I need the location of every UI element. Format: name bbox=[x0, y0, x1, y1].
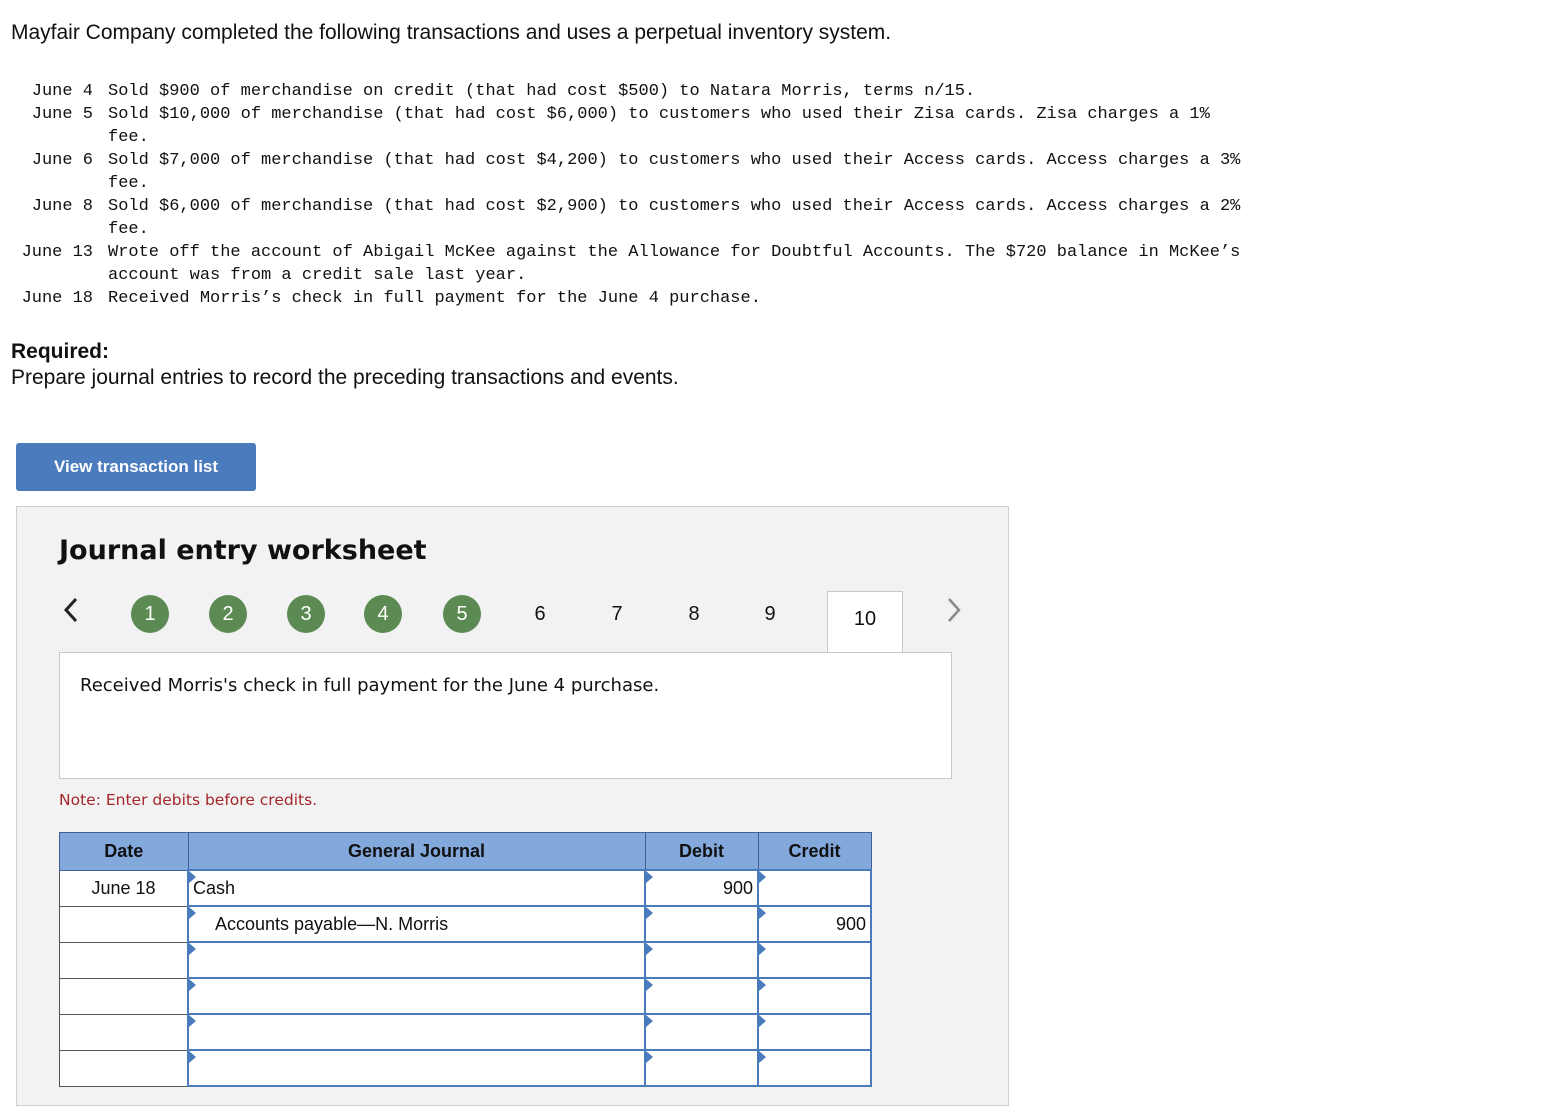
transaction-date: June 5 bbox=[31, 105, 93, 124]
date-cell[interactable] bbox=[59, 977, 189, 1015]
transaction-text: Sold $10,000 of merchandise (that had co… bbox=[108, 105, 1210, 124]
journal-row: June 18 Cash 900 bbox=[59, 869, 872, 907]
step-tab-3[interactable]: 3 bbox=[287, 595, 325, 633]
transaction-row: June 18 Received Morris’s check in full p… bbox=[11, 287, 1408, 310]
step-tab-5[interactable]: 5 bbox=[443, 595, 481, 633]
transaction-text: fee. bbox=[108, 220, 149, 239]
transaction-text: Sold $7,000 of merchandise (that had cos… bbox=[108, 151, 1241, 170]
date-cell[interactable] bbox=[59, 905, 189, 943]
account-cell[interactable]: Cash bbox=[187, 869, 646, 907]
chevron-left-icon[interactable] bbox=[62, 597, 80, 629]
transaction-date bbox=[11, 126, 93, 149]
account-value: Accounts payable—N. Morris bbox=[215, 913, 449, 934]
transaction-row: June 5 Sold $10,000 of merchandise (that … bbox=[11, 103, 1408, 126]
transaction-date: June 18 bbox=[21, 289, 93, 308]
step-tab-1[interactable]: 1 bbox=[131, 595, 169, 633]
account-cell[interactable] bbox=[187, 977, 646, 1015]
worksheet-title: Journal entry worksheet bbox=[59, 535, 427, 566]
transaction-row: June 13 Wrote off the account of Abigail … bbox=[11, 241, 1408, 264]
journal-row bbox=[59, 941, 872, 979]
transaction-description-box: Received Morris's check in full payment … bbox=[59, 652, 952, 779]
note-text: Note: Enter debits before credits. bbox=[59, 791, 318, 809]
date-header: Date bbox=[59, 832, 189, 871]
transaction-text: fee. bbox=[108, 128, 149, 147]
transaction-row: fee. bbox=[11, 218, 1408, 241]
credit-cell[interactable] bbox=[757, 869, 872, 907]
credit-header: Credit bbox=[757, 832, 872, 871]
transaction-text: Sold $900 of merchandise on credit (that… bbox=[108, 82, 976, 101]
transaction-text: account was from a credit sale last year… bbox=[108, 266, 527, 285]
account-value: Cash bbox=[193, 877, 236, 898]
credit-value: 900 bbox=[835, 913, 866, 934]
journal-row: Accounts payable—N. Morris 900 bbox=[59, 905, 872, 943]
general-journal-header: General Journal bbox=[187, 832, 646, 871]
account-cell[interactable]: Accounts payable—N. Morris bbox=[187, 905, 646, 943]
debit-value: 900 bbox=[722, 877, 753, 898]
step-tab-2[interactable]: 2 bbox=[209, 595, 247, 633]
transaction-description: Received Morris's check in full payment … bbox=[80, 675, 660, 696]
transaction-date: June 8 bbox=[31, 197, 93, 216]
date-cell[interactable]: June 18 bbox=[59, 869, 189, 907]
transaction-text: Received Morris’s check in full payment … bbox=[108, 289, 761, 308]
account-cell[interactable] bbox=[187, 1013, 646, 1051]
transaction-row: fee. bbox=[11, 172, 1408, 195]
credit-cell[interactable] bbox=[757, 941, 872, 979]
transaction-row: June 8 Sold $6,000 of merchandise (that h… bbox=[11, 195, 1408, 218]
chevron-right-icon[interactable] bbox=[945, 597, 963, 629]
transaction-date: June 4 bbox=[31, 82, 93, 101]
intro-text: Mayfair Company completed the following … bbox=[11, 21, 892, 44]
transaction-date bbox=[11, 264, 93, 287]
transaction-text: fee. bbox=[108, 174, 149, 193]
debit-cell[interactable] bbox=[644, 1049, 759, 1087]
debit-cell[interactable] bbox=[644, 905, 759, 943]
step-tab-10[interactable]: 10 bbox=[827, 591, 903, 652]
general-journal-table: Date General Journal Debit Credit June 1… bbox=[59, 832, 872, 1087]
debit-header: Debit bbox=[644, 832, 759, 871]
debit-cell[interactable] bbox=[644, 977, 759, 1015]
credit-cell[interactable]: 900 bbox=[757, 905, 872, 943]
transaction-text: Sold $6,000 of merchandise (that had cos… bbox=[108, 197, 1241, 216]
step-tab-9[interactable]: 9 bbox=[751, 595, 789, 633]
step-tab-6[interactable]: 6 bbox=[521, 595, 559, 633]
transaction-date bbox=[11, 172, 93, 195]
required-text: Prepare journal entries to record the pr… bbox=[11, 366, 679, 389]
debit-cell[interactable]: 900 bbox=[644, 869, 759, 907]
step-tab-8[interactable]: 8 bbox=[675, 595, 713, 633]
credit-cell[interactable] bbox=[757, 1013, 872, 1051]
required-heading: Required: bbox=[11, 340, 110, 363]
transaction-date: June 6 bbox=[31, 151, 93, 170]
journal-row bbox=[59, 1049, 872, 1087]
date-cell[interactable] bbox=[59, 941, 189, 979]
transaction-list: June 4 Sold $900 of merchandise on credit… bbox=[11, 80, 1408, 310]
credit-cell[interactable] bbox=[757, 977, 872, 1015]
account-cell[interactable] bbox=[187, 1049, 646, 1087]
transaction-date: June 13 bbox=[21, 243, 93, 262]
transaction-date bbox=[11, 218, 93, 241]
transaction-text: Wrote off the account of Abigail McKee a… bbox=[108, 243, 1241, 262]
debit-cell[interactable] bbox=[644, 1013, 759, 1051]
date-value: June 18 bbox=[91, 877, 156, 898]
transaction-row: June 6 Sold $7,000 of merchandise (that h… bbox=[11, 149, 1408, 172]
journal-row bbox=[59, 1013, 872, 1051]
step-tab-7[interactable]: 7 bbox=[598, 595, 636, 633]
transaction-row: June 4 Sold $900 of merchandise on credit… bbox=[11, 80, 1408, 103]
date-cell[interactable] bbox=[59, 1013, 189, 1051]
credit-cell[interactable] bbox=[757, 1049, 872, 1087]
view-transaction-list-button[interactable]: View transaction list bbox=[16, 443, 256, 491]
account-cell[interactable] bbox=[187, 941, 646, 979]
date-cell[interactable] bbox=[59, 1049, 189, 1087]
journal-entry-worksheet: Journal entry worksheet 1 2 3 4 5 6 7 8 9 10 Rece… bbox=[16, 506, 1009, 1106]
transaction-row: account was from a credit sale last year… bbox=[11, 264, 1408, 287]
journal-row bbox=[59, 977, 872, 1015]
step-tab-4[interactable]: 4 bbox=[364, 595, 402, 633]
debit-cell[interactable] bbox=[644, 941, 759, 979]
transaction-row: fee. bbox=[11, 126, 1408, 149]
